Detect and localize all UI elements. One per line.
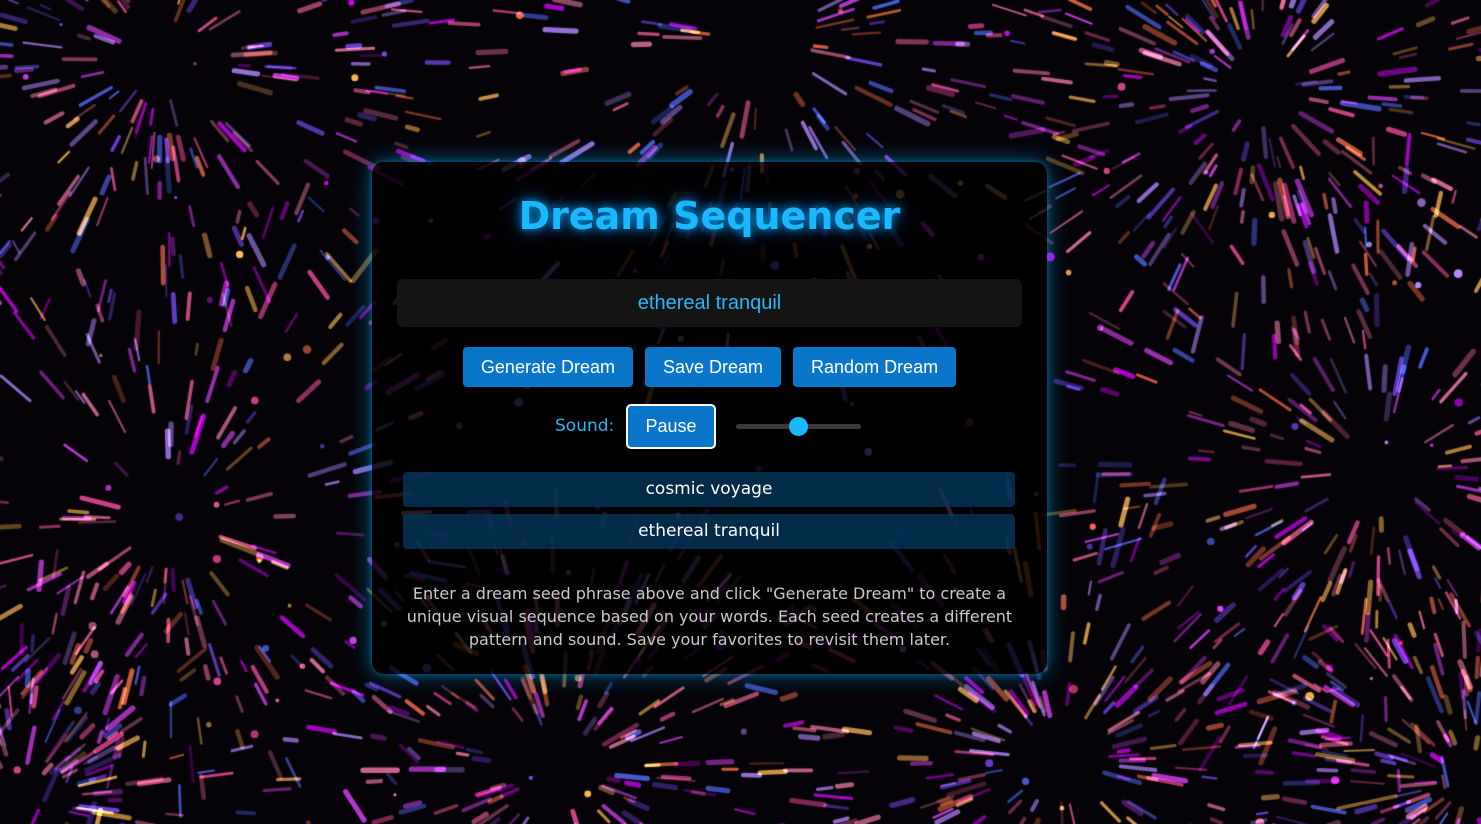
saved-dream-item[interactable]: cosmic voyage [403,472,1015,507]
dream-seed-input[interactable] [397,279,1022,327]
page-title: Dream Sequencer [518,194,901,238]
random-dream-button[interactable]: Random Dream [793,347,957,387]
volume-slider[interactable] [736,417,861,436]
generate-dream-button[interactable]: Generate Dream [462,347,633,387]
sound-controls: Sound: Pause [372,404,1047,450]
volume-slider-thumb[interactable] [789,417,808,436]
sound-pause-button[interactable]: Pause [626,404,716,449]
save-dream-button[interactable]: Save Dream [644,347,782,387]
sound-label: Sound: [555,416,615,436]
saved-dream-item[interactable]: ethereal tranquil [403,514,1015,549]
instructions-text: Enter a dream seed phrase above and clic… [406,584,1013,649]
action-buttons: Generate Dream Save Dream Random Dream [372,347,1047,387]
dream-sequencer-panel: Dream Sequencer Generate Dream Save Drea… [372,162,1047,674]
saved-dreams-list: cosmic voyage ethereal tranquil [403,472,1015,556]
